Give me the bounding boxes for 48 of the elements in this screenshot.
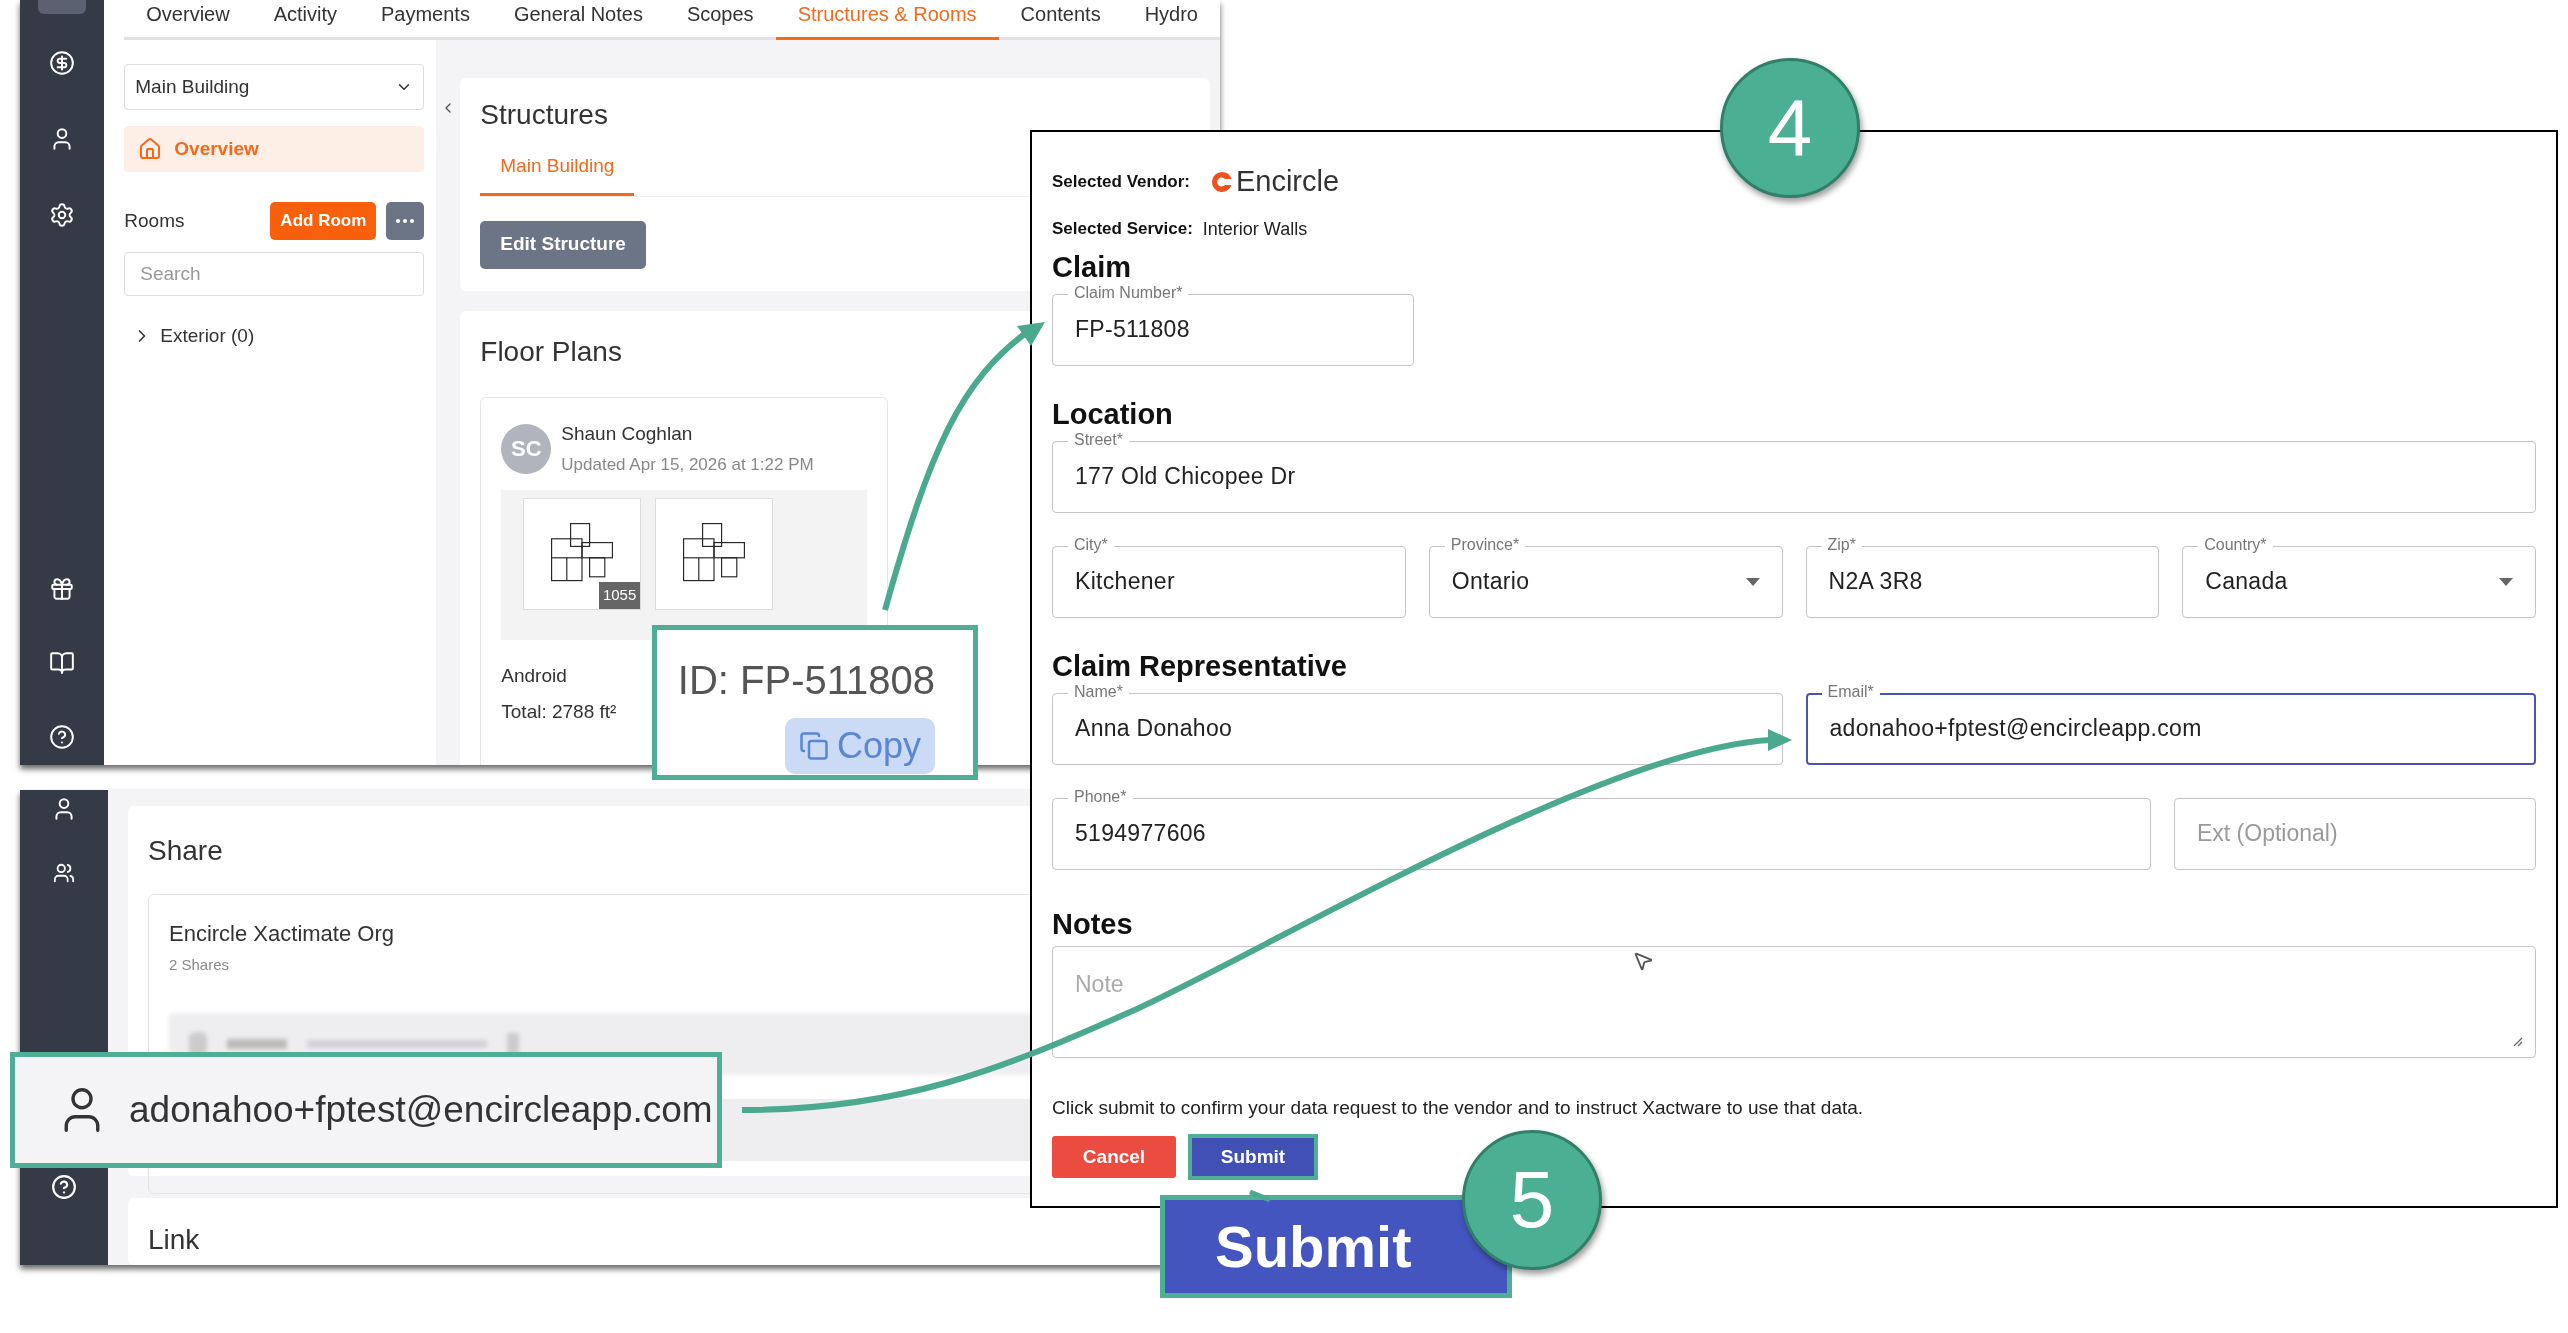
cursor-icon — [1632, 950, 1654, 972]
more-button[interactable] — [386, 202, 425, 240]
help-icon[interactable] — [49, 724, 76, 750]
email-address: adonahoo+fptest@encircleapp.com — [129, 1088, 713, 1133]
rooms-label: Rooms — [124, 208, 186, 233]
step-badge: 4 — [1720, 58, 1860, 198]
floor-plan-thumbnail[interactable]: 1055 — [523, 497, 642, 610]
help-icon[interactable] — [51, 1174, 77, 1200]
author-name: Shaun Coghlan — [561, 421, 694, 446]
resize-handle-icon[interactable] — [2513, 1036, 2523, 1047]
people-icon[interactable] — [53, 862, 75, 884]
section-heading: Location — [1052, 397, 1174, 430]
service-label: Selected Service: — [1052, 218, 1193, 241]
vendor-logo: Encircle — [1209, 160, 1340, 204]
floor-plan-thumbnail[interactable] — [655, 497, 774, 610]
copy-icon — [798, 731, 829, 761]
avatar: SC — [501, 423, 552, 474]
cancel-button[interactable]: Cancel — [1052, 1136, 1176, 1178]
submit-button[interactable]: Submit — [1188, 1134, 1318, 1180]
share-count: 2 Shares — [169, 955, 230, 975]
floor-plan-total: Total: 2788 ft² — [501, 700, 617, 724]
section-heading: Claim — [1052, 250, 1132, 283]
service-value: Interior Walls — [1202, 217, 1308, 241]
caret-icon — [2499, 577, 2513, 586]
card-title: Share — [148, 834, 223, 868]
book-icon[interactable] — [49, 650, 76, 676]
edit-structure-button[interactable]: Edit Structure — [480, 220, 646, 269]
area-badge: 1055 — [598, 582, 641, 609]
section-heading: Notes — [1052, 907, 1134, 940]
card-title: Structures — [480, 98, 609, 132]
house-icon — [138, 137, 163, 161]
updated-date: Updated Apr 15, 2026 at 1:22 PM — [561, 454, 814, 476]
card-title: Link — [148, 1224, 200, 1256]
settings-icon[interactable] — [49, 202, 76, 228]
section-heading: Claim Representative — [1052, 649, 1348, 682]
card-title: Floor Plans — [480, 334, 623, 369]
logo-tile — [38, 0, 87, 14]
dollar-icon[interactable] — [49, 50, 76, 76]
floor-plan-name: Android — [501, 663, 567, 688]
gift-icon[interactable] — [49, 576, 76, 602]
room-tree-item[interactable]: Exterior (0) — [124, 322, 425, 351]
ellipsis-icon — [396, 219, 415, 223]
submit-label: Submit — [1215, 1213, 1412, 1281]
structure-select[interactable]: Main Building — [124, 64, 425, 110]
org-name: Encircle Xactimate Org — [169, 920, 394, 948]
caret-icon — [1745, 577, 1760, 586]
vendor-label: Selected Vendor: — [1052, 171, 1190, 193]
confirm-text: Click submit to confirm your data request to the vendor and to instruct Xactware to use that data. — [1052, 1095, 1865, 1120]
